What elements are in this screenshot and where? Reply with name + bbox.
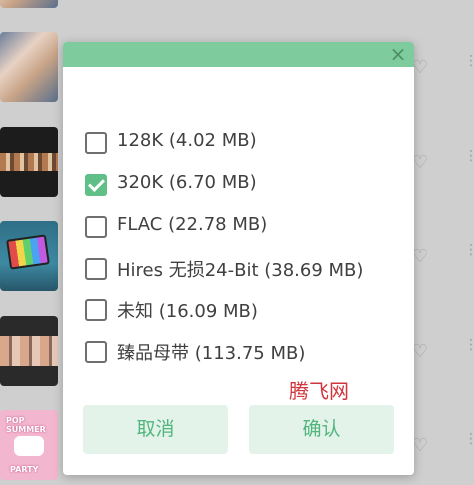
- checkbox-checked[interactable]: [85, 174, 107, 196]
- checkbox[interactable]: [85, 132, 107, 154]
- album-thumbnail: [0, 221, 58, 291]
- album-thumbnail: POP SUMMER PARTY: [0, 410, 58, 480]
- close-icon[interactable]: ×: [388, 44, 408, 64]
- confirm-button[interactable]: 确认: [249, 405, 394, 454]
- album-thumbnail: [0, 127, 58, 197]
- quality-option-unknown[interactable]: 未知 (16.09 MB): [85, 295, 395, 325]
- more-vert-icon[interactable]: ⋮: [464, 338, 474, 360]
- heart-icon[interactable]: ♡: [412, 343, 428, 361]
- option-label: FLAC (22.78 MB): [117, 214, 268, 235]
- album-art-text: PARTY: [10, 465, 39, 474]
- more-vert-icon[interactable]: ⋮: [464, 243, 474, 265]
- cancel-button[interactable]: 取消: [83, 405, 228, 454]
- option-label: 128K (4.02 MB): [117, 130, 257, 151]
- more-vert-icon[interactable]: ⋮: [464, 149, 474, 171]
- checkbox[interactable]: [85, 299, 107, 321]
- heart-icon[interactable]: ♡: [412, 154, 428, 172]
- more-vert-icon[interactable]: ⋮: [464, 432, 474, 454]
- album-thumbnail: [0, 316, 58, 386]
- heart-icon[interactable]: ♡: [412, 437, 428, 455]
- album-thumbnail: [0, 32, 58, 102]
- quality-option-hires[interactable]: Hires 无损24-Bit (38.69 MB): [85, 254, 395, 284]
- option-label: 未知 (16.09 MB): [117, 301, 258, 322]
- watermark-text: 腾飞网: [289, 379, 349, 403]
- album-art-text: POP SUMMER: [6, 416, 46, 434]
- quality-select-dialog: × 128K (4.02 MB) 320K (6.70 MB) FLAC (22…: [63, 42, 414, 475]
- option-label: Hires 无损24-Bit (38.69 MB): [117, 260, 364, 281]
- checkbox[interactable]: [85, 216, 107, 238]
- checkbox[interactable]: [85, 341, 107, 363]
- more-vert-icon[interactable]: ⋮: [464, 54, 474, 76]
- option-label: 320K (6.70 MB): [117, 172, 257, 193]
- heart-icon[interactable]: ♡: [412, 248, 428, 266]
- heart-icon[interactable]: ♡: [412, 59, 428, 77]
- option-label: 臻品母带 (113.75 MB): [117, 343, 306, 364]
- quality-option-flac[interactable]: FLAC (22.78 MB): [85, 212, 395, 242]
- checkbox[interactable]: [85, 258, 107, 280]
- album-thumbnail: [0, 0, 58, 8]
- quality-option-128k[interactable]: 128K (4.02 MB): [85, 128, 395, 158]
- quality-option-320k[interactable]: 320K (6.70 MB): [85, 170, 395, 200]
- dialog-header: ×: [63, 42, 414, 67]
- list-item[interactable]: [0, 0, 474, 10]
- quality-option-master[interactable]: 臻品母带 (113.75 MB): [85, 337, 395, 367]
